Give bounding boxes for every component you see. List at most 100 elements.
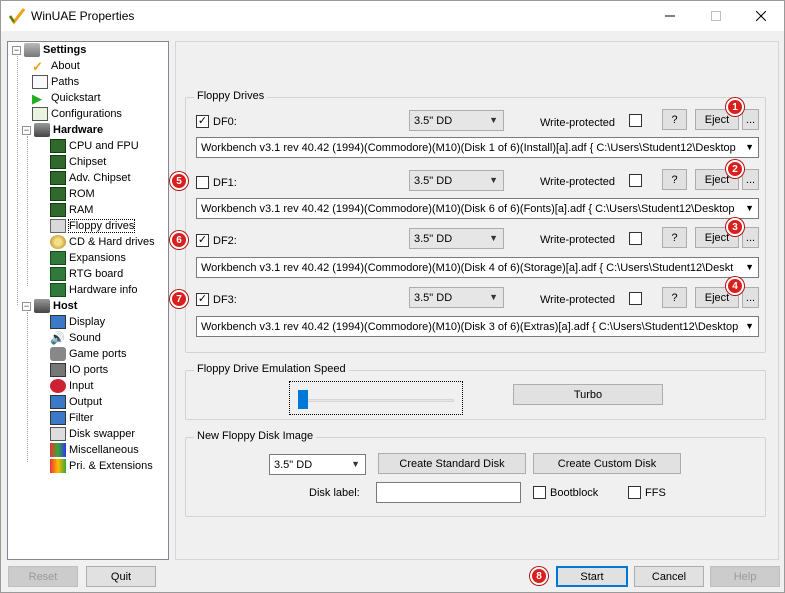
start-button[interactable]: Start xyxy=(556,566,628,587)
ffs-checkbox[interactable] xyxy=(628,486,641,499)
df0-write-protected-checkbox[interactable] xyxy=(629,114,642,127)
settings-collapse-toggle[interactable]: − xyxy=(12,46,21,55)
cancel-button[interactable]: Cancel xyxy=(634,566,704,587)
new-disk-type-select[interactable]: 3.5" DD ▼ xyxy=(269,454,366,475)
tree-item-chipset[interactable]: Chipset xyxy=(50,154,106,170)
tree-item-about[interactable]: ✓ About xyxy=(32,58,80,74)
df3-write-protected-checkbox[interactable] xyxy=(629,292,642,305)
df0-path-combobox[interactable]: Workbench v3.1 rev 40.42 (1994)(Commodor… xyxy=(196,137,759,158)
hardware-collapse-toggle[interactable]: − xyxy=(22,126,31,135)
emulation-speed-slider[interactable] xyxy=(289,381,463,415)
tree-item-adv-chipset[interactable]: Adv. Chipset xyxy=(50,170,131,186)
df0-help-button[interactable]: ? xyxy=(662,109,687,130)
chip-icon xyxy=(50,171,66,185)
df3-path-combobox[interactable]: Workbench v3.1 rev 40.42 (1994)(Commodor… xyxy=(196,316,759,337)
close-button[interactable] xyxy=(738,1,784,31)
tree-item-pri-extensions[interactable]: Pri. & Extensions xyxy=(50,458,153,474)
tree-line xyxy=(17,56,18,305)
df1-help-button[interactable]: ? xyxy=(662,169,687,190)
tree-node-hardware[interactable]: Hardware xyxy=(34,122,103,138)
df2-write-protected-checkbox[interactable] xyxy=(629,232,642,245)
output-monitor-icon xyxy=(50,395,66,409)
play-icon: ▶ xyxy=(32,91,42,106)
df0-label: DF0: xyxy=(213,116,237,128)
tree-item-output[interactable]: Output xyxy=(50,394,102,410)
disk-swapper-icon xyxy=(50,427,66,441)
settings-tree[interactable]: − Settings ✓ About Paths ▶ Quickstart Co… xyxy=(7,41,169,560)
tree-item-display[interactable]: Display xyxy=(50,314,105,330)
df2-path-combobox[interactable]: Workbench v3.1 rev 40.42 (1994)(Commodor… xyxy=(196,257,759,278)
tree-item-quickstart[interactable]: ▶ Quickstart xyxy=(32,90,101,106)
df3-enabled-checkbox[interactable]: ✓ xyxy=(196,293,209,306)
chip-icon xyxy=(50,139,66,153)
tree-item-sound[interactable]: 🔊 Sound xyxy=(50,330,101,346)
tree-item-game-ports[interactable]: Game ports xyxy=(50,346,126,362)
tree-line xyxy=(27,312,28,462)
tree-item-rtg-board[interactable]: RTG board xyxy=(50,266,123,282)
tree-node-host[interactable]: Host xyxy=(34,298,77,314)
tree-item-paths[interactable]: Paths xyxy=(32,74,79,90)
df3-help-button[interactable]: ? xyxy=(662,287,687,308)
tree-item-io-ports[interactable]: IO ports xyxy=(50,362,108,378)
tree-line xyxy=(27,136,28,286)
turbo-button[interactable]: Turbo xyxy=(513,384,663,405)
host-collapse-toggle[interactable]: − xyxy=(22,302,31,311)
maximize-button[interactable] xyxy=(693,1,739,31)
floppy-settings-panel: Floppy Drives ✓ DF0: 3.5" DD ▼ Write-pro… xyxy=(170,41,779,560)
drive-icon xyxy=(34,123,50,137)
df1-write-protected-checkbox[interactable] xyxy=(629,174,642,187)
tree-item-ram[interactable]: RAM xyxy=(50,202,93,218)
quit-button[interactable]: Quit xyxy=(86,566,156,587)
chevron-down-icon: ▼ xyxy=(745,142,754,152)
reset-button[interactable]: Reset xyxy=(8,566,78,587)
minimize-button[interactable] xyxy=(647,1,693,31)
create-standard-disk-button[interactable]: Create Standard Disk xyxy=(378,453,526,474)
winuae-checkmark-icon xyxy=(8,8,26,25)
maximize-icon xyxy=(711,11,721,21)
df3-type-select[interactable]: 3.5" DD ▼ xyxy=(409,287,504,308)
df2-enabled-checkbox[interactable]: ✓ xyxy=(196,234,209,247)
df1-type-select[interactable]: 3.5" DD ▼ xyxy=(409,170,504,191)
df3-write-protected-label: Write-protected xyxy=(540,294,615,306)
bootblock-checkbox[interactable] xyxy=(533,486,546,499)
df2-browse-button[interactable]: ... xyxy=(742,227,759,248)
df2-help-button[interactable]: ? xyxy=(662,227,687,248)
chip-icon xyxy=(50,203,66,217)
tree-item-cd-hard-drives[interactable]: CD & Hard drives xyxy=(50,234,155,250)
tree-item-cpu-and-fpu[interactable]: CPU and FPU xyxy=(50,138,139,154)
chevron-down-icon: ▼ xyxy=(489,115,498,125)
df0-enabled-checkbox[interactable]: ✓ xyxy=(196,115,209,128)
tree-item-floppy-drives[interactable]: Floppy drives xyxy=(50,218,136,234)
tree-item-input[interactable]: Input xyxy=(50,378,93,394)
df1-browse-button[interactable]: ... xyxy=(742,169,759,190)
df0-type-select[interactable]: 3.5" DD ▼ xyxy=(409,110,504,131)
df1-label: DF1: xyxy=(213,177,237,189)
df1-path-combobox[interactable]: Workbench v3.1 rev 40.42 (1994)(Commodor… xyxy=(196,198,759,219)
tree-node-settings[interactable]: Settings xyxy=(24,42,86,58)
floppy-drives-group: Floppy Drives xyxy=(185,90,766,353)
tree-item-rom[interactable]: ROM xyxy=(50,186,95,202)
df0-browse-button[interactable]: ... xyxy=(742,109,759,130)
df3-browse-button[interactable]: ... xyxy=(742,287,759,308)
tree-item-hardware-info[interactable]: Hardware info xyxy=(50,282,137,298)
df1-enabled-checkbox[interactable] xyxy=(196,176,209,189)
df0-write-protected-label: Write-protected xyxy=(540,117,615,129)
expansion-card-icon xyxy=(50,251,66,265)
tree-item-filter[interactable]: Filter xyxy=(50,410,93,426)
input-device-icon xyxy=(50,379,66,393)
chevron-down-icon: ▼ xyxy=(489,175,498,185)
winuae-properties-window: WinUAE Properties − Settings ✓ About Pat… xyxy=(0,0,785,593)
slider-thumb[interactable] xyxy=(298,390,308,409)
joystick-icon xyxy=(50,347,66,361)
help-button[interactable]: Help xyxy=(710,566,780,587)
disk-label-input[interactable] xyxy=(376,482,521,503)
tree-item-configurations[interactable]: Configurations xyxy=(32,106,122,122)
new-disk-group-label: New Floppy Disk Image xyxy=(194,430,317,442)
df2-type-select[interactable]: 3.5" DD ▼ xyxy=(409,228,504,249)
create-custom-disk-button[interactable]: Create Custom Disk xyxy=(533,453,681,474)
tree-item-miscellaneous[interactable]: Miscellaneous xyxy=(50,442,139,458)
cd-drive-icon xyxy=(50,235,66,249)
tree-item-expansions[interactable]: Expansions xyxy=(50,250,126,266)
tree-item-disk-swapper[interactable]: Disk swapper xyxy=(50,426,135,442)
ffs-label: FFS xyxy=(645,487,666,499)
